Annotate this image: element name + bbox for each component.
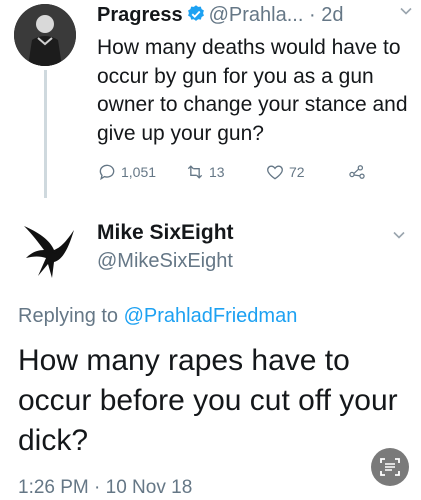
relative-time[interactable]: 2d bbox=[321, 4, 343, 26]
avatar[interactable] bbox=[14, 4, 76, 66]
raven-icon[interactable] bbox=[18, 220, 80, 282]
retweet-button[interactable]: 13 bbox=[185, 162, 225, 182]
scan-text-icon bbox=[380, 458, 400, 476]
like-count: 72 bbox=[289, 164, 305, 180]
timestamp[interactable]: 1:26 PM · 10 Nov 18 bbox=[18, 477, 192, 499]
separator: · bbox=[308, 4, 316, 26]
replying-prefix: Replying to bbox=[18, 305, 119, 327]
retweet-count: 13 bbox=[209, 164, 225, 180]
original-tweet: Pragress @Prahla... · 2d How many deaths… bbox=[0, 0, 421, 205]
handle[interactable]: @MikeSixEight bbox=[97, 250, 233, 273]
share-button[interactable] bbox=[347, 162, 371, 182]
thread-line bbox=[44, 70, 47, 198]
person-photo-icon bbox=[14, 4, 76, 66]
display-name[interactable]: Mike SixEight bbox=[97, 221, 234, 245]
reply-count: 1,051 bbox=[121, 164, 157, 180]
like-button[interactable]: 72 bbox=[265, 162, 305, 182]
reply-tweet: Mike SixEight @MikeSixEight Replying to … bbox=[0, 205, 421, 500]
chevron-down-icon[interactable] bbox=[391, 227, 407, 243]
replying-to: Replying to @PrahladFriedman bbox=[18, 305, 297, 328]
reply-icon bbox=[99, 164, 115, 181]
scan-text-button[interactable] bbox=[371, 448, 409, 486]
display-name[interactable]: Pragress bbox=[97, 4, 183, 26]
tweet-actions: 1,051 13 72 bbox=[97, 162, 397, 184]
share-icon bbox=[349, 165, 365, 179]
handle[interactable]: @Prahla... bbox=[209, 4, 304, 26]
verified-badge-icon bbox=[187, 5, 204, 21]
retweet-icon bbox=[187, 165, 203, 179]
chevron-down-icon[interactable] bbox=[399, 4, 413, 18]
tweet-text: How many deaths would have to occur by g… bbox=[97, 36, 408, 145]
tweet-header: Pragress @Prahla... · 2d bbox=[97, 4, 411, 32]
like-icon bbox=[267, 165, 283, 180]
reply-button[interactable]: 1,051 bbox=[97, 162, 156, 182]
tweet-text: How many rapes have to occur before you … bbox=[18, 344, 398, 457]
replying-handle-link[interactable]: @PrahladFriedman bbox=[124, 305, 298, 327]
